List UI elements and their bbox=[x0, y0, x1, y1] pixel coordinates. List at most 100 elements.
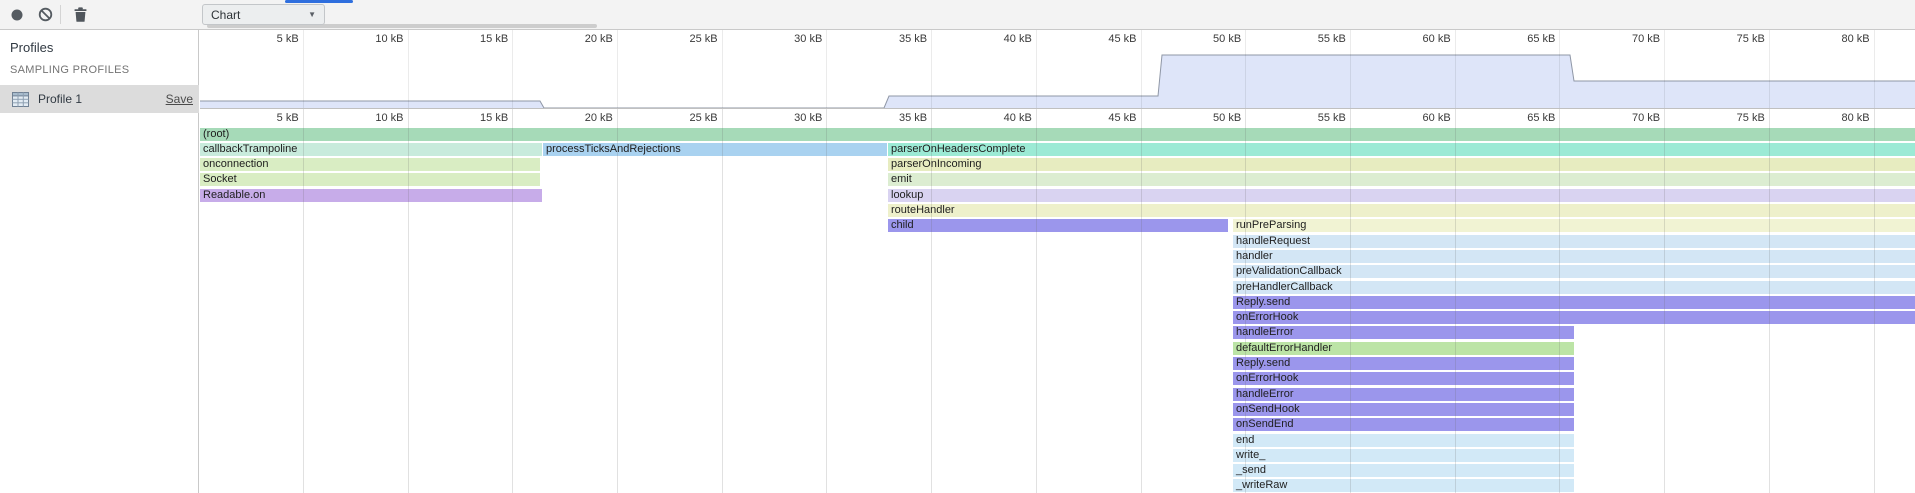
flame-row: _send bbox=[200, 464, 1915, 477]
overview-tick-label: 75 kB bbox=[1737, 33, 1765, 45]
sidebar-item-profile-1[interactable]: Profile 1 Save bbox=[0, 85, 199, 113]
flame-bar-write_[interactable]: write_ bbox=[1233, 449, 1574, 462]
flame-bar-handleError[interactable]: handleError bbox=[1233, 326, 1574, 339]
flame-bar-emit[interactable]: emit bbox=[888, 173, 1915, 186]
flame-bar-child[interactable]: child bbox=[888, 219, 1228, 232]
overview-tick bbox=[1350, 30, 1351, 108]
flame-bar-onSendHook[interactable]: onSendHook bbox=[1233, 403, 1574, 416]
overview-tick bbox=[1664, 30, 1665, 108]
flame-ruler-label: 65 kB bbox=[1527, 112, 1555, 124]
flame-ruler-label: 35 kB bbox=[899, 112, 927, 124]
flame-bar-processTicksAndRejections[interactable]: processTicksAndRejections bbox=[543, 143, 887, 156]
flame-row: handleError bbox=[200, 388, 1915, 401]
flame-ruler-label: 50 kB bbox=[1213, 112, 1241, 124]
flame-ruler-label: 5 kB bbox=[277, 112, 299, 124]
flame-row: _writeRaw bbox=[200, 479, 1915, 492]
overview-tick bbox=[1559, 30, 1560, 108]
flame-bar-parserOnIncoming[interactable]: parserOnIncoming bbox=[888, 158, 1915, 171]
view-mode-value: Chart bbox=[211, 8, 240, 22]
flame-bar-onSendEnd[interactable]: onSendEnd bbox=[1233, 418, 1574, 431]
flame-ruler-label: 60 kB bbox=[1423, 112, 1451, 124]
profile-grid-icon bbox=[12, 92, 29, 107]
flame-row: Readable.on lookup bbox=[200, 189, 1915, 202]
view-mode-select[interactable]: Chart ▼ bbox=[202, 4, 325, 25]
overview-tick-label: 60 kB bbox=[1423, 33, 1451, 45]
flame-bar-onconnection[interactable]: onconnection bbox=[200, 158, 540, 171]
overview-tick-label: 30 kB bbox=[794, 33, 822, 45]
flame-row: preHandlerCallback bbox=[200, 281, 1915, 294]
flame-bar-onErrorHook[interactable]: onErrorHook bbox=[1233, 311, 1915, 324]
flame-row: onErrorHook bbox=[200, 372, 1915, 385]
flame-ruler-label: 20 kB bbox=[585, 112, 613, 124]
overview-tick-label: 40 kB bbox=[1004, 33, 1032, 45]
flame-ruler-label: 45 kB bbox=[1108, 112, 1136, 124]
flame-row: onErrorHook bbox=[200, 311, 1915, 324]
clear-button[interactable] bbox=[34, 0, 56, 29]
delete-profile-button[interactable] bbox=[68, 0, 92, 29]
flame-row: Reply.send bbox=[200, 296, 1915, 309]
flame-row: routeHandler bbox=[200, 204, 1915, 217]
flame-ruler-label: 55 kB bbox=[1318, 112, 1346, 124]
overview-tick bbox=[1245, 30, 1246, 108]
flame-bar-preHandlerCallback[interactable]: preHandlerCallback bbox=[1233, 281, 1915, 294]
record-icon bbox=[10, 8, 24, 22]
flame-bar-Socket[interactable]: Socket bbox=[200, 173, 540, 186]
overview-tick bbox=[931, 30, 932, 108]
flame-bar-preValidationCallback[interactable]: preValidationCallback bbox=[1233, 265, 1915, 278]
flame-bar-routeHandler[interactable]: routeHandler bbox=[888, 204, 1915, 217]
save-profile-link[interactable]: Save bbox=[166, 92, 193, 106]
flame-bar-parserOnHeadersComplete[interactable]: parserOnHeadersComplete bbox=[888, 143, 1915, 156]
flame-bar-handleRequest[interactable]: handleRequest bbox=[1233, 235, 1915, 248]
overview-tick bbox=[1036, 30, 1037, 108]
overview-tick bbox=[408, 30, 409, 108]
flame-row: Socket emit bbox=[200, 173, 1915, 186]
flame-ruler-label: 25 kB bbox=[689, 112, 717, 124]
flame-bar-onErrorHook[interactable]: onErrorHook bbox=[1233, 372, 1574, 385]
profiles-sidebar: Profiles SAMPLING PROFILES Profile 1 Sav… bbox=[0, 30, 199, 493]
overview-tick-label: 55 kB bbox=[1318, 33, 1346, 45]
flame-bar-_writeRaw[interactable]: _writeRaw bbox=[1233, 479, 1574, 492]
overview-tick bbox=[617, 30, 618, 108]
overview-tick bbox=[303, 30, 304, 108]
flame-chart: (root) callbackTrampolineprocessTicksAndR… bbox=[200, 127, 1915, 493]
accent-bar bbox=[285, 0, 353, 3]
flame-bar-runPreParsing[interactable]: runPreParsing bbox=[1233, 219, 1915, 232]
overview-tick bbox=[1874, 30, 1875, 108]
flame-ruler-label: 10 kB bbox=[375, 112, 403, 124]
overview-tick bbox=[1141, 30, 1142, 108]
flame-chart-pane: 5 kB10 kB15 kB20 kB25 kB30 kB35 kB40 kB4… bbox=[200, 30, 1915, 493]
overview-tick-label: 35 kB bbox=[899, 33, 927, 45]
flame-row: handleRequest bbox=[200, 235, 1915, 248]
flame-bar-defaultErrorHandler[interactable]: defaultErrorHandler bbox=[1233, 342, 1574, 355]
flame-row: onSendHook bbox=[200, 403, 1915, 416]
sidebar-title: Profiles bbox=[10, 40, 53, 55]
flame-bar-Readable.on[interactable]: Readable.on bbox=[200, 189, 542, 202]
flame-row: child runPreParsing bbox=[200, 219, 1915, 232]
overview-tick-label: 10 kB bbox=[375, 33, 403, 45]
sampling-profiles-heading: SAMPLING PROFILES bbox=[10, 64, 129, 76]
flame-bar-handleError[interactable]: handleError bbox=[1233, 388, 1574, 401]
flame-bar-callbackTrampoline[interactable]: callbackTrampoline bbox=[200, 143, 542, 156]
trash-icon bbox=[74, 7, 87, 22]
memory-overview[interactable]: 5 kB10 kB15 kB20 kB25 kB30 kB35 kB40 kB4… bbox=[200, 30, 1915, 109]
overview-tick-label: 25 kB bbox=[689, 33, 717, 45]
flame-bar-lookup[interactable]: lookup bbox=[888, 189, 1915, 202]
flame-bar-Reply.send[interactable]: Reply.send bbox=[1233, 357, 1574, 370]
flame-row: write_ bbox=[200, 449, 1915, 462]
flame-row: handler bbox=[200, 250, 1915, 263]
record-button[interactable] bbox=[6, 0, 28, 29]
toolbar: Chart ▼ bbox=[0, 0, 1915, 30]
flame-bar-root[interactable]: (root) bbox=[200, 128, 1915, 141]
flame-bar-_send[interactable]: _send bbox=[1233, 464, 1574, 477]
block-icon bbox=[38, 7, 53, 22]
overview-tick bbox=[722, 30, 723, 108]
flame-ruler-label: 75 kB bbox=[1737, 112, 1765, 124]
overview-tick bbox=[512, 30, 513, 108]
flame-bar-end[interactable]: end bbox=[1233, 434, 1574, 447]
profiler-panel: Chart ▼ Profiles SAMPLING PROFILES Profi… bbox=[0, 0, 1915, 493]
overview-tick bbox=[1455, 30, 1456, 108]
flame-row: end bbox=[200, 434, 1915, 447]
flame-bar-Reply.send[interactable]: Reply.send bbox=[1233, 296, 1915, 309]
flame-bar-handler[interactable]: handler bbox=[1233, 250, 1915, 263]
toolbar-divider bbox=[60, 5, 61, 24]
